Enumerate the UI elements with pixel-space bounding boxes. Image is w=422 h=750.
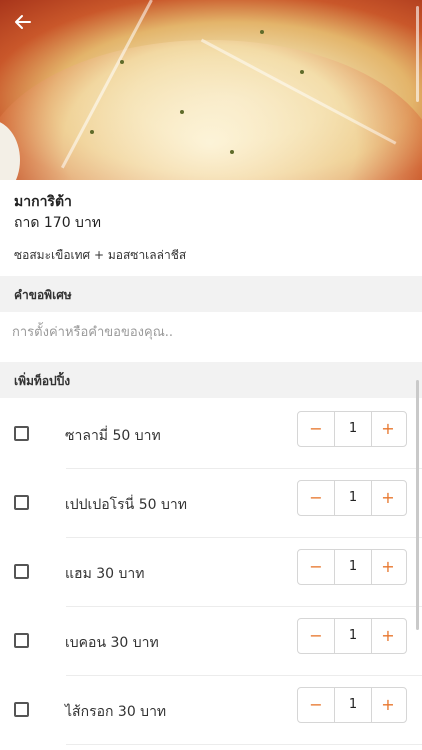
decrease-button[interactable]: − — [298, 481, 334, 515]
pizza-cheese — [0, 40, 422, 180]
toppings-header: เพิ่มท็อปปิ้ง — [0, 362, 422, 398]
special-request-input[interactable] — [10, 318, 409, 346]
quantity-stepper: − 1 + — [297, 480, 407, 516]
decrease-button[interactable]: − — [298, 412, 334, 446]
toppings-heading: เพิ่มท็อปปิ้ง — [14, 374, 71, 388]
increase-button[interactable]: + — [370, 481, 406, 515]
topping-row: ซาลามี่ 50 บาท − 1 + — [0, 400, 422, 469]
quantity-value: 1 — [334, 412, 372, 446]
topping-label: ซาลามี่ 50 บาท — [65, 428, 161, 444]
topping-checkbox[interactable] — [14, 495, 29, 510]
topping-label: เปปเปอโรนี่ 50 บาท — [65, 497, 187, 513]
quantity-stepper: − 1 + — [297, 687, 407, 723]
item-name: มาการิต้า — [14, 194, 72, 210]
increase-button[interactable]: + — [370, 550, 406, 584]
herb-speck — [180, 110, 184, 114]
herb-speck — [120, 60, 124, 64]
topping-checkbox[interactable] — [14, 633, 29, 648]
topping-checkbox[interactable] — [14, 426, 29, 441]
item-price: ถาด 170 บาท — [14, 215, 102, 231]
arrow-left-icon — [15, 15, 31, 29]
quantity-stepper: − 1 + — [297, 549, 407, 585]
topping-checkbox[interactable] — [14, 702, 29, 717]
image-scroll-indicator — [416, 6, 419, 102]
herb-speck — [300, 70, 304, 74]
herb-speck — [260, 30, 264, 34]
page-scrollbar[interactable] — [416, 380, 419, 630]
decrease-button[interactable]: − — [298, 550, 334, 584]
topping-row: เปปเปอโรนี่ 50 บาท − 1 + — [0, 469, 422, 538]
special-request-header: คำขอพิเศษ — [0, 276, 422, 312]
quantity-stepper: − 1 + — [297, 618, 407, 654]
herb-speck — [230, 150, 234, 154]
topping-label: ไส้กรอก 30 บาท — [65, 704, 167, 720]
decrease-button[interactable]: − — [298, 688, 334, 722]
decrease-button[interactable]: − — [298, 619, 334, 653]
topping-row: แฮม 30 บาท − 1 + — [0, 538, 422, 607]
topping-row: เบคอน 30 บาท − 1 + — [0, 607, 422, 676]
increase-button[interactable]: + — [370, 688, 406, 722]
pizza-photo — [0, 0, 422, 180]
quantity-value: 1 — [334, 619, 372, 653]
increase-button[interactable]: + — [370, 619, 406, 653]
topping-checkbox[interactable] — [14, 564, 29, 579]
topping-label: เบคอน 30 บาท — [65, 635, 159, 651]
herb-speck — [90, 130, 94, 134]
quantity-value: 1 — [334, 481, 372, 515]
special-request-heading: คำขอพิเศษ — [14, 288, 72, 302]
quantity-value: 1 — [334, 688, 372, 722]
row-divider — [66, 744, 422, 745]
topping-row: ไส้กรอก 30 บาท − 1 + — [0, 676, 422, 745]
quantity-stepper: − 1 + — [297, 411, 407, 447]
increase-button[interactable]: + — [370, 412, 406, 446]
topping-label: แฮม 30 บาท — [65, 566, 145, 582]
item-description: ซอสมะเขือเทศ + มอสซาเลล่าชีส — [14, 248, 187, 262]
quantity-value: 1 — [334, 550, 372, 584]
back-button[interactable] — [10, 12, 36, 38]
